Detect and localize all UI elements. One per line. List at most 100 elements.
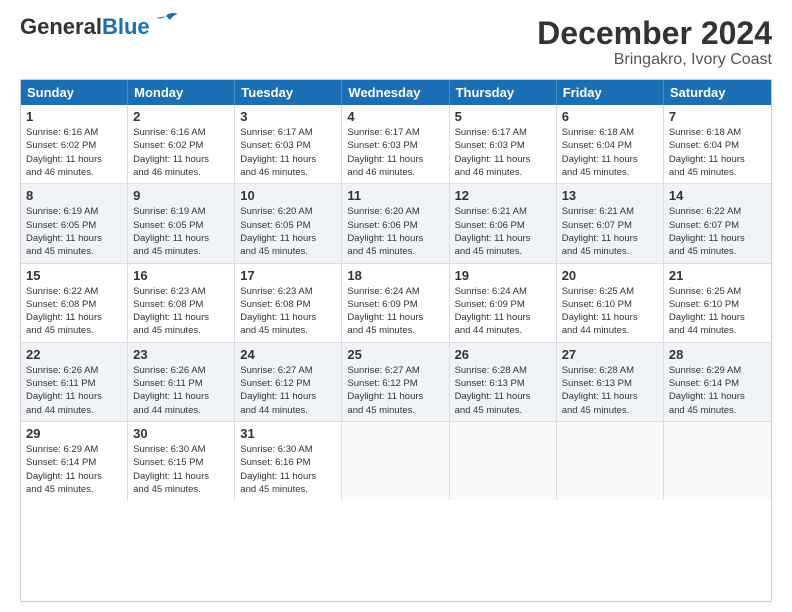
calendar-cell: 24 Sunrise: 6:27 AM Sunset: 6:12 PM Dayli…: [235, 343, 342, 421]
calendar-cell: 11 Sunrise: 6:20 AM Sunset: 6:06 PM Dayli…: [342, 184, 449, 262]
day-number: 24: [240, 347, 336, 362]
calendar-cell: 9Sunrise: 6:19 AM Sunset: 6:05 PM Daylig…: [128, 184, 235, 262]
day-info: Sunrise: 6:28 AM Sunset: 6:13 PM Dayligh…: [455, 365, 531, 416]
calendar-cell: 5 Sunrise: 6:17 AM Sunset: 6:03 PM Daylig…: [450, 105, 557, 183]
day-info: Sunrise: 6:22 AM Sunset: 6:07 PM Dayligh…: [669, 206, 745, 257]
day-info: Sunrise: 6:17 AM Sunset: 6:03 PM Dayligh…: [347, 127, 423, 178]
calendar-cell: 26 Sunrise: 6:28 AM Sunset: 6:13 PM Dayli…: [450, 343, 557, 421]
calendar-cell: 17Sunrise: 6:23 AM Sunset: 6:08 PM Dayli…: [235, 264, 342, 342]
calendar-cell: 2 Sunrise: 6:16 AM Sunset: 6:02 PM Daylig…: [128, 105, 235, 183]
day-info: Sunrise: 6:24 AM Sunset: 6:09 PM Dayligh…: [455, 286, 531, 337]
day-info: Sunrise: 6:22 AM Sunset: 6:08 PM Dayligh…: [26, 286, 102, 337]
day-info: Sunrise: 6:25 AM Sunset: 6:10 PM Dayligh…: [562, 286, 638, 337]
calendar-cell: [664, 422, 771, 500]
day-number: 4: [347, 109, 443, 124]
calendar-cell: 28 Sunrise: 6:29 AM Sunset: 6:14 PM Dayli…: [664, 343, 771, 421]
calendar-cell: 15 Sunrise: 6:22 AM Sunset: 6:08 PM Dayli…: [21, 264, 128, 342]
day-number: 1: [26, 109, 122, 124]
day-number: 22: [26, 347, 122, 362]
title-block: December 2024 Bringakro, Ivory Coast: [537, 16, 772, 69]
day-info: Sunrise: 6:26 AM Sunset: 6:11 PM Dayligh…: [133, 365, 209, 416]
day-info: Sunrise: 6:30 AM Sunset: 6:15 PM Dayligh…: [133, 444, 209, 495]
day-number: 11: [347, 188, 443, 203]
calendar-cell: 19Sunrise: 6:24 AM Sunset: 6:09 PM Dayli…: [450, 264, 557, 342]
day-number: 21: [669, 268, 766, 283]
day-number: 25: [347, 347, 443, 362]
calendar-cell: [450, 422, 557, 500]
day-number: 13: [562, 188, 658, 203]
day-number: 7: [669, 109, 766, 124]
calendar-header-cell: Saturday: [664, 80, 771, 105]
day-info: Sunrise: 6:23 AM Sunset: 6:08 PM Dayligh…: [133, 286, 209, 337]
calendar-cell: 20 Sunrise: 6:25 AM Sunset: 6:10 PM Dayli…: [557, 264, 664, 342]
day-info: Sunrise: 6:27 AM Sunset: 6:12 PM Dayligh…: [240, 365, 316, 416]
day-info: Sunrise: 6:25 AM Sunset: 6:10 PM Dayligh…: [669, 286, 745, 337]
calendar-cell: 30 Sunrise: 6:30 AM Sunset: 6:15 PM Dayli…: [128, 422, 235, 500]
day-number: 20: [562, 268, 658, 283]
day-number: 2: [133, 109, 229, 124]
day-number: 15: [26, 268, 122, 283]
calendar-cell: 23Sunrise: 6:26 AM Sunset: 6:11 PM Dayli…: [128, 343, 235, 421]
calendar-cell: 18Sunrise: 6:24 AM Sunset: 6:09 PM Dayli…: [342, 264, 449, 342]
logo: GeneralBlue: [20, 16, 180, 38]
page-title: December 2024: [537, 16, 772, 51]
calendar-row: 1 Sunrise: 6:16 AM Sunset: 6:02 PM Daylig…: [21, 105, 771, 184]
day-info: Sunrise: 6:17 AM Sunset: 6:03 PM Dayligh…: [455, 127, 531, 178]
day-info: Sunrise: 6:21 AM Sunset: 6:06 PM Dayligh…: [455, 206, 531, 257]
day-info: Sunrise: 6:16 AM Sunset: 6:02 PM Dayligh…: [26, 127, 102, 178]
page: GeneralBlue December 2024 Bringakro, Ivo…: [0, 0, 792, 612]
day-number: 5: [455, 109, 551, 124]
day-number: 14: [669, 188, 766, 203]
calendar-row: 29Sunrise: 6:29 AM Sunset: 6:14 PM Dayli…: [21, 422, 771, 500]
calendar-cell: 1 Sunrise: 6:16 AM Sunset: 6:02 PM Daylig…: [21, 105, 128, 183]
calendar-cell: 4 Sunrise: 6:17 AM Sunset: 6:03 PM Daylig…: [342, 105, 449, 183]
day-info: Sunrise: 6:18 AM Sunset: 6:04 PM Dayligh…: [562, 127, 638, 178]
calendar-header-cell: Thursday: [450, 80, 557, 105]
calendar-cell: 6 Sunrise: 6:18 AM Sunset: 6:04 PM Daylig…: [557, 105, 664, 183]
calendar-header-cell: Sunday: [21, 80, 128, 105]
day-info: Sunrise: 6:19 AM Sunset: 6:05 PM Dayligh…: [133, 206, 209, 257]
calendar-cell: 25Sunrise: 6:27 AM Sunset: 6:12 PM Dayli…: [342, 343, 449, 421]
day-info: Sunrise: 6:20 AM Sunset: 6:06 PM Dayligh…: [347, 206, 423, 257]
logo-text: GeneralBlue: [20, 16, 150, 38]
logo-bird-icon: [152, 12, 180, 34]
day-number: 12: [455, 188, 551, 203]
calendar-header-cell: Tuesday: [235, 80, 342, 105]
calendar-cell: 22 Sunrise: 6:26 AM Sunset: 6:11 PM Dayli…: [21, 343, 128, 421]
day-info: Sunrise: 6:18 AM Sunset: 6:04 PM Dayligh…: [669, 127, 745, 178]
calendar-cell: [342, 422, 449, 500]
calendar-cell: 7 Sunrise: 6:18 AM Sunset: 6:04 PM Daylig…: [664, 105, 771, 183]
day-number: 29: [26, 426, 122, 441]
day-number: 16: [133, 268, 229, 283]
day-info: Sunrise: 6:19 AM Sunset: 6:05 PM Dayligh…: [26, 206, 102, 257]
day-number: 6: [562, 109, 658, 124]
calendar-body: 1 Sunrise: 6:16 AM Sunset: 6:02 PM Daylig…: [21, 105, 771, 500]
calendar-cell: 12 Sunrise: 6:21 AM Sunset: 6:06 PM Dayli…: [450, 184, 557, 262]
day-number: 28: [669, 347, 766, 362]
day-info: Sunrise: 6:16 AM Sunset: 6:02 PM Dayligh…: [133, 127, 209, 178]
day-info: Sunrise: 6:21 AM Sunset: 6:07 PM Dayligh…: [562, 206, 638, 257]
calendar-row: 15 Sunrise: 6:22 AM Sunset: 6:08 PM Dayli…: [21, 264, 771, 343]
calendar-cell: 27 Sunrise: 6:28 AM Sunset: 6:13 PM Dayli…: [557, 343, 664, 421]
day-info: Sunrise: 6:26 AM Sunset: 6:11 PM Dayligh…: [26, 365, 102, 416]
day-info: Sunrise: 6:28 AM Sunset: 6:13 PM Dayligh…: [562, 365, 638, 416]
header: GeneralBlue December 2024 Bringakro, Ivo…: [20, 16, 772, 69]
calendar-cell: 13 Sunrise: 6:21 AM Sunset: 6:07 PM Dayli…: [557, 184, 664, 262]
day-number: 30: [133, 426, 229, 441]
calendar-cell: 16 Sunrise: 6:23 AM Sunset: 6:08 PM Dayli…: [128, 264, 235, 342]
calendar-header-cell: Monday: [128, 80, 235, 105]
calendar-header-cell: Friday: [557, 80, 664, 105]
calendar-cell: 14 Sunrise: 6:22 AM Sunset: 6:07 PM Dayli…: [664, 184, 771, 262]
day-info: Sunrise: 6:30 AM Sunset: 6:16 PM Dayligh…: [240, 444, 316, 495]
calendar-cell: 3Sunrise: 6:17 AM Sunset: 6:03 PM Daylig…: [235, 105, 342, 183]
calendar-row: 22 Sunrise: 6:26 AM Sunset: 6:11 PM Dayli…: [21, 343, 771, 422]
day-info: Sunrise: 6:17 AM Sunset: 6:03 PM Dayligh…: [240, 127, 316, 178]
day-number: 27: [562, 347, 658, 362]
day-number: 10: [240, 188, 336, 203]
day-number: 18: [347, 268, 443, 283]
calendar-cell: 21 Sunrise: 6:25 AM Sunset: 6:10 PM Dayli…: [664, 264, 771, 342]
calendar-cell: 8Sunrise: 6:19 AM Sunset: 6:05 PM Daylig…: [21, 184, 128, 262]
day-number: 26: [455, 347, 551, 362]
calendar-cell: 29Sunrise: 6:29 AM Sunset: 6:14 PM Dayli…: [21, 422, 128, 500]
day-info: Sunrise: 6:29 AM Sunset: 6:14 PM Dayligh…: [669, 365, 745, 416]
